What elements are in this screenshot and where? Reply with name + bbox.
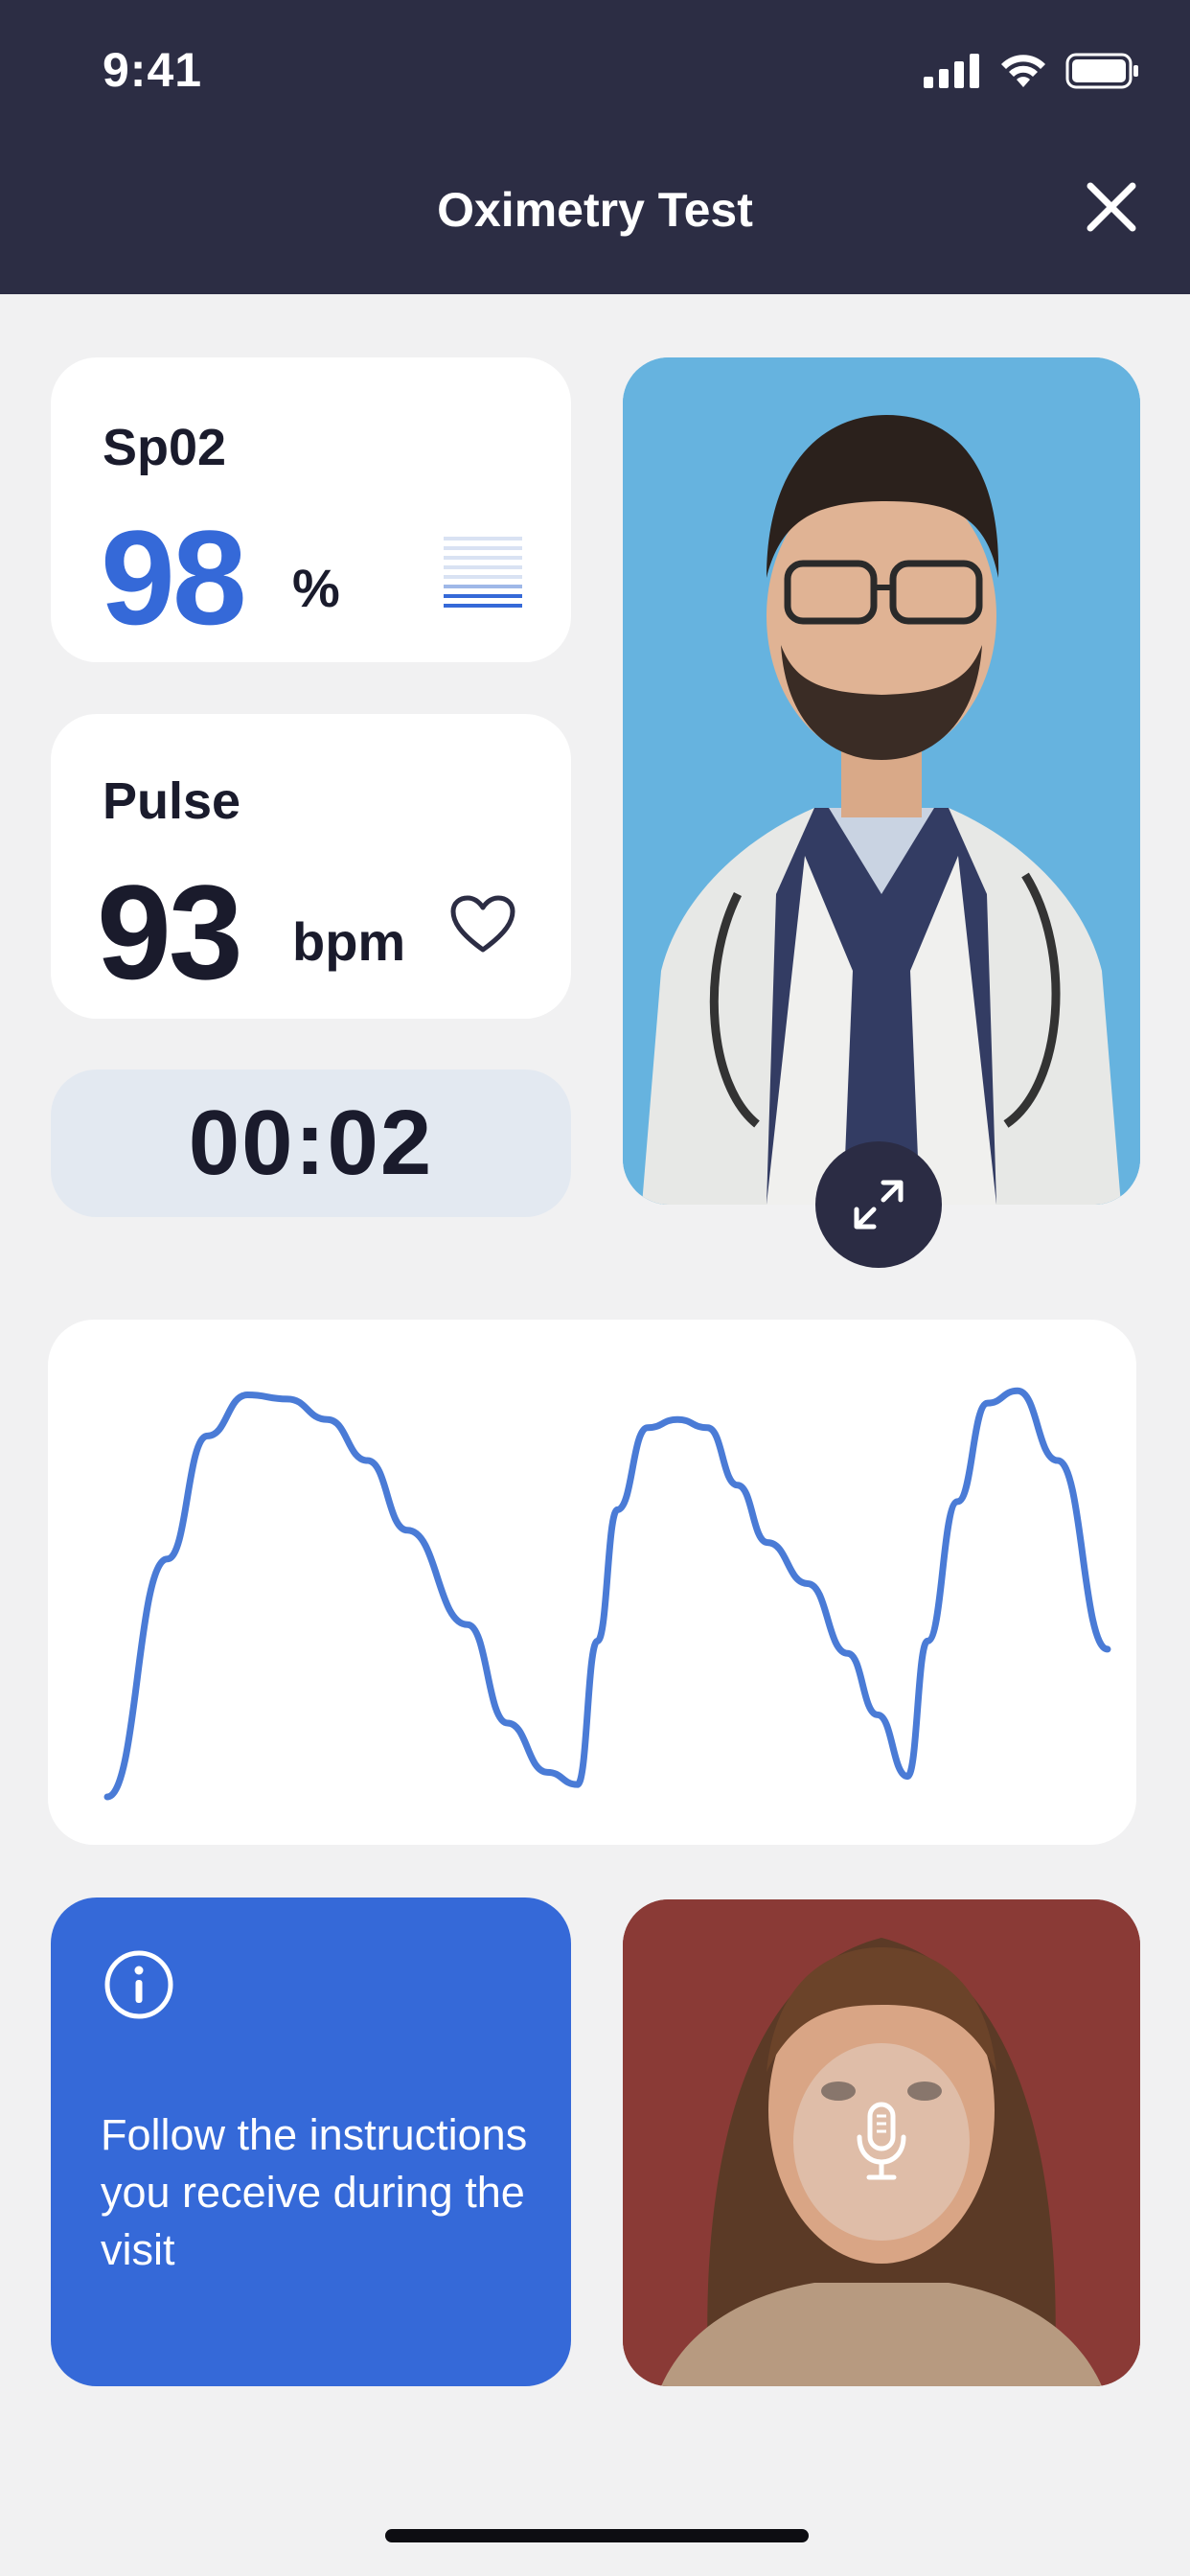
spo2-value: 98 — [101, 502, 247, 653]
status-time: 9:41 — [103, 43, 203, 97]
pulse-unit: bpm — [292, 911, 406, 972]
instructions-text: Follow the instructions you receive duri… — [101, 2110, 528, 2274]
page-title: Oximetry Test — [437, 183, 753, 237]
cellular-signal-icon — [924, 54, 979, 88]
patient-video[interactable] — [623, 1899, 1140, 2386]
battery-icon — [1065, 53, 1138, 89]
wifi-icon — [1001, 55, 1045, 87]
pulse-value: 93 — [97, 857, 243, 1007]
info-icon — [104, 1950, 173, 2019]
pulse-waveform-chart — [48, 1320, 1136, 1845]
pulse-card: Pulse 93 bpm — [51, 714, 571, 1019]
spo2-card: Sp02 98 % — [51, 357, 571, 662]
doctor-portrait-image — [623, 357, 1140, 1205]
elapsed-timer: 00:02 — [51, 1070, 571, 1217]
waveform-plot — [103, 1387, 1111, 1801]
spo2-unit: % — [292, 558, 340, 618]
spo2-label: Sp02 — [103, 419, 227, 476]
waveform-line — [103, 1387, 1111, 1801]
close-icon — [1087, 182, 1136, 232]
pulse-label: Pulse — [103, 772, 241, 830]
doctor-video[interactable] — [623, 357, 1140, 1205]
instructions-card: Follow the instructions you receive duri… — [51, 1898, 571, 2386]
status-icons — [924, 53, 1140, 89]
expand-video-button[interactable] — [815, 1141, 942, 1268]
signal-bars-icon — [444, 537, 522, 608]
mute-microphone-button[interactable] — [793, 2043, 970, 2241]
home-indicator[interactable] — [385, 2529, 809, 2542]
close-button[interactable] — [1081, 176, 1142, 238]
microphone-icon — [857, 2102, 906, 2180]
heart-icon — [450, 895, 515, 953]
expand-icon — [854, 1180, 904, 1230]
